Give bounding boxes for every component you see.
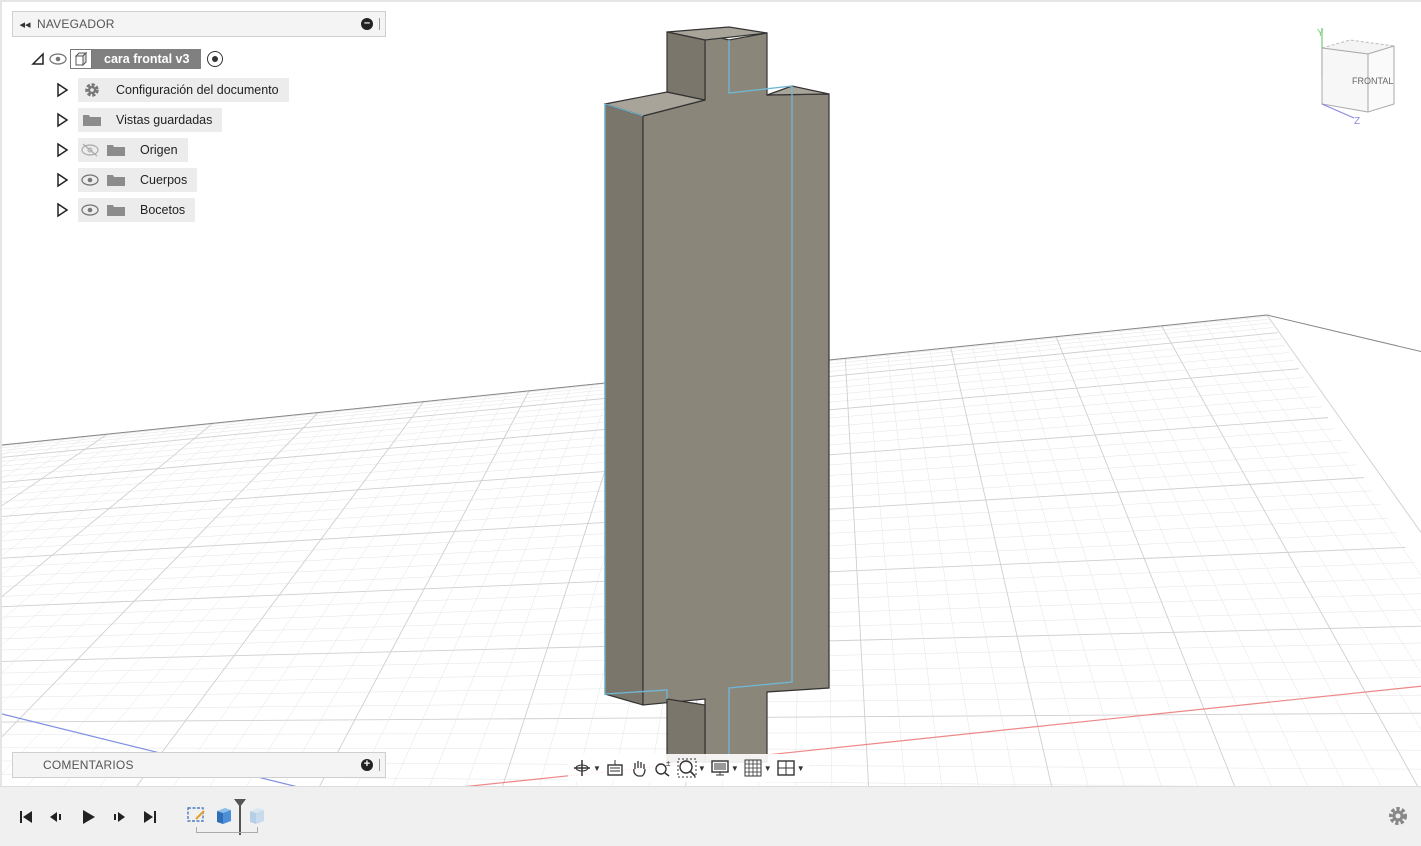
- folder-icon: [102, 198, 130, 222]
- tree-item-label: Bocetos: [140, 203, 186, 217]
- viewcube[interactable]: Y FRONTAL Z: [1310, 26, 1410, 126]
- component-icon: [70, 49, 92, 69]
- pan-icon: [633, 761, 646, 777]
- panel-grip-handle[interactable]: [379, 18, 381, 30]
- axis-z-label: Z: [1354, 116, 1360, 126]
- orbit-button[interactable]: ▼: [572, 756, 601, 780]
- eye-icon[interactable]: [78, 198, 102, 222]
- collapsed-triangle-icon[interactable]: [54, 112, 70, 128]
- tree-item-label: Origen: [140, 143, 178, 157]
- step-forward-button[interactable]: [109, 807, 129, 827]
- svg-text:±: ±: [666, 759, 671, 768]
- eye-icon[interactable]: [78, 168, 102, 192]
- collapsed-triangle-icon[interactable]: [54, 82, 70, 98]
- collapsed-triangle-icon[interactable]: [54, 202, 70, 218]
- fit-icon: [677, 758, 697, 778]
- zoom-icon: ±: [655, 759, 671, 777]
- go-to-start-icon: [20, 811, 32, 823]
- root-component-label[interactable]: cara frontal v3: [92, 49, 202, 69]
- step-forward-icon: [114, 812, 125, 822]
- play-icon: [83, 810, 95, 824]
- collapsed-triangle-icon[interactable]: [54, 142, 70, 158]
- body-solid[interactable]: [604, 26, 830, 763]
- viewports-icon: [776, 760, 795, 776]
- go-to-end-icon: [144, 811, 156, 823]
- tree-item-label: Vistas guardadas: [116, 113, 213, 127]
- fit-button[interactable]: ▼: [677, 756, 706, 780]
- panel-grip-handle[interactable]: [379, 759, 381, 771]
- expanded-triangle-icon[interactable]: [30, 51, 46, 67]
- orbit-icon: [574, 760, 590, 776]
- tree-item-saved-views[interactable]: Vistas guardadas: [54, 108, 223, 132]
- display-settings-icon: [711, 760, 729, 776]
- activate-component-radio[interactable]: [207, 51, 224, 67]
- play-button[interactable]: [78, 807, 98, 827]
- viewcube-face-label[interactable]: FRONTAL: [1352, 76, 1393, 86]
- fusion-window: ◂◂ NAVEGADOR – cara frontal v3 Configura…: [0, 0, 1421, 846]
- navigator-minimize-button[interactable]: –: [361, 18, 373, 30]
- axis-y-label: Y: [1317, 28, 1324, 39]
- timeline-range-bracket: [196, 827, 258, 833]
- gear-icon: [78, 78, 106, 102]
- tree-root-row[interactable]: cara frontal v3: [30, 47, 224, 71]
- eye-icon[interactable]: [46, 47, 70, 71]
- eye-hidden-icon[interactable]: [78, 138, 102, 162]
- comments-expand-button[interactable]: +: [361, 759, 373, 771]
- viewports-button[interactable]: ▼: [776, 756, 805, 780]
- navigator-title: NAVEGADOR: [37, 17, 115, 31]
- grid-settings-icon: [744, 759, 762, 777]
- comments-panel-header: COMENTARIOS +: [12, 752, 386, 778]
- 3d-viewport[interactable]: ◂◂ NAVEGADOR – cara frontal v3 Configura…: [0, 0, 1421, 788]
- tree-item-label: Configuración del documento: [116, 83, 279, 97]
- tree-item-sketches[interactable]: Bocetos: [54, 198, 196, 222]
- look-at-button[interactable]: [605, 756, 625, 780]
- timeline-settings-gear-icon[interactable]: [1386, 804, 1410, 828]
- display-settings-button[interactable]: ▼: [710, 756, 739, 780]
- go-to-end-button[interactable]: [140, 807, 160, 827]
- navigation-toolbar: ▼ ± ▼ ▼ ▼ ▼: [568, 754, 809, 782]
- folder-icon: [102, 168, 130, 192]
- go-to-start-button[interactable]: [16, 807, 36, 827]
- collapse-panel-icon[interactable]: ◂◂: [13, 18, 37, 31]
- look-at-icon: [607, 760, 623, 776]
- tree-item-origin[interactable]: Origen: [54, 138, 188, 162]
- tree-item-bodies[interactable]: Cuerpos: [54, 168, 198, 192]
- folder-icon: [78, 108, 106, 132]
- zoom-button[interactable]: ±: [653, 756, 673, 780]
- tree-item-document-settings[interactable]: Configuración del documento: [54, 78, 289, 102]
- step-back-icon: [50, 812, 61, 822]
- navigator-panel-header: ◂◂ NAVEGADOR –: [12, 11, 386, 37]
- grid-settings-button[interactable]: ▼: [743, 756, 772, 780]
- tree-item-label: Cuerpos: [140, 173, 188, 187]
- pan-button[interactable]: [629, 756, 649, 780]
- comments-title: COMENTARIOS: [43, 758, 134, 772]
- folder-icon: [102, 138, 130, 162]
- timeline-bar: [0, 786, 1421, 846]
- collapsed-triangle-icon[interactable]: [54, 172, 70, 188]
- step-back-button[interactable]: [46, 807, 66, 827]
